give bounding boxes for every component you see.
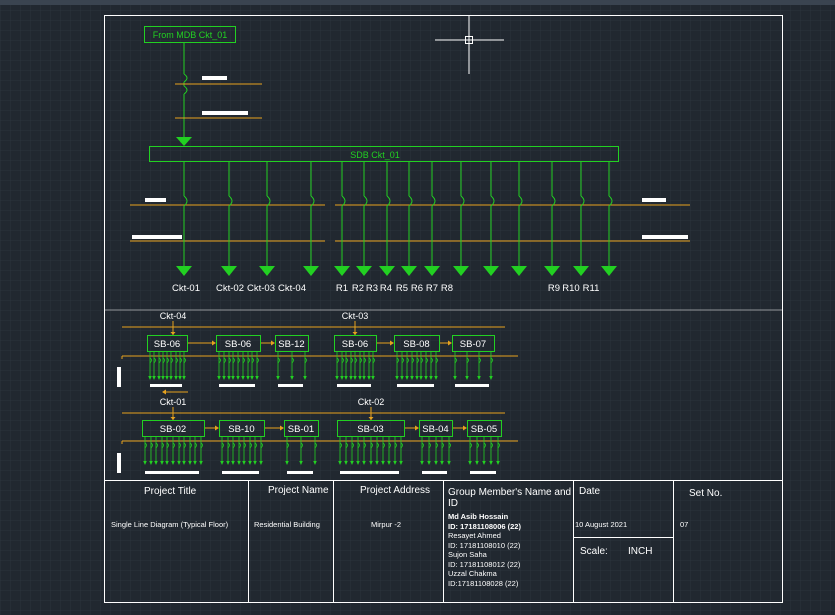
top-toolbar-strip — [0, 0, 835, 5]
box-tag — [222, 471, 259, 474]
box-tag — [219, 384, 255, 387]
outgoing-label: R7 — [426, 283, 438, 294]
row-left-mark — [117, 453, 121, 473]
outgoing-label: Ckt-02 — [216, 283, 244, 294]
row-left-mark — [117, 367, 121, 387]
set-value: 07 — [680, 520, 689, 529]
box-tag — [397, 384, 434, 387]
member-id: ID: 17181108006 (22) — [448, 521, 521, 531]
incoming-tag — [202, 76, 227, 80]
project-name-value: Residential Building — [254, 520, 320, 529]
scale-label: Scale: — [580, 546, 608, 557]
scale-value: INCH — [628, 546, 653, 557]
outgoing-label: Ckt-01 — [172, 283, 200, 294]
project-address-header: Project Address — [360, 485, 431, 496]
outgoing-label: R10 — [562, 283, 579, 294]
box-tag — [150, 384, 182, 387]
outgoing-label: R1 — [336, 283, 348, 294]
outgoing-label: Ckt-04 — [278, 283, 306, 294]
row-ckt-label: Ckt-04 — [160, 311, 187, 321]
row-ckt-label: Ckt-03 — [342, 311, 369, 321]
members-list: Md Asib Hossain ID: 17181108006 (22) Res… — [448, 512, 572, 588]
outgoing-label: R11 — [583, 283, 600, 294]
members-header: Group Member's Name and ID — [448, 487, 572, 509]
member-name: Md Asib Hossain — [448, 512, 509, 521]
outgoing-label: R5 — [396, 283, 408, 294]
box-tag — [340, 471, 399, 474]
box-tag — [287, 471, 313, 474]
sub-board-label: SB-06 — [225, 339, 251, 350]
sub-board-label: SB-04 — [422, 424, 448, 435]
outgoing-label: R9 — [548, 283, 560, 294]
outgoing-label: R2 — [352, 283, 364, 294]
sub-board-label: SB-05 — [471, 424, 497, 435]
rail-tag — [145, 198, 166, 202]
date-value: 10 August 2021 — [575, 520, 628, 529]
row-ckt-label: Ckt-02 — [358, 397, 385, 407]
box-tag — [337, 384, 371, 387]
sub-board-label: SB-12 — [278, 339, 304, 350]
project-title-value: Single Line Diagram (Typical Floor) — [111, 520, 229, 529]
source-label: From MDB Ckt_01 — [153, 30, 228, 40]
sub-board-label: SB-08 — [403, 339, 429, 350]
outgoing-label: R8 — [441, 283, 453, 294]
sub-board-label: SB-07 — [460, 339, 486, 350]
member-name: Resayet Ahmed — [448, 531, 501, 540]
date-header: Date — [579, 486, 601, 497]
sub-board-label: SB-10 — [228, 424, 254, 435]
sub-board-label: SB-03 — [357, 424, 383, 435]
member-name: Sujon Saha — [448, 550, 487, 559]
busbar-label: SDB Ckt_01 — [350, 150, 400, 160]
box-tag — [278, 384, 303, 387]
box-tag — [422, 471, 447, 474]
sub-board-label: SB-01 — [288, 424, 314, 435]
member-id: ID:17181108028 (22) — [448, 578, 519, 588]
box-tag — [145, 471, 199, 474]
box-tag — [470, 471, 496, 474]
rail-tag — [642, 235, 688, 239]
rail-tag — [642, 198, 666, 202]
member-id: ID: 17181108012 (22) — [448, 559, 521, 569]
project-title-header: Project Title — [144, 486, 197, 497]
outgoing-label: R6 — [411, 283, 423, 294]
outgoing-label: Ckt-03 — [247, 283, 275, 294]
project-name-header: Project Name — [268, 485, 329, 496]
set-header: Set No. — [689, 488, 723, 499]
incoming-tag-2 — [202, 111, 248, 115]
row-ckt-label: Ckt-01 — [160, 397, 187, 407]
outgoing-label: R4 — [380, 283, 392, 294]
project-address-value: Mirpur -2 — [371, 520, 402, 529]
sub-board-label: SB-02 — [160, 424, 186, 435]
member-id: ID: 17181108010 (22) — [448, 540, 521, 550]
outgoing-label: R3 — [366, 283, 378, 294]
rail-tag — [132, 235, 182, 239]
sub-board-label: SB-06 — [154, 339, 180, 350]
member-name: Uzzal Chakma — [448, 569, 497, 578]
box-tag — [455, 384, 489, 387]
sub-board-label: SB-06 — [342, 339, 368, 350]
